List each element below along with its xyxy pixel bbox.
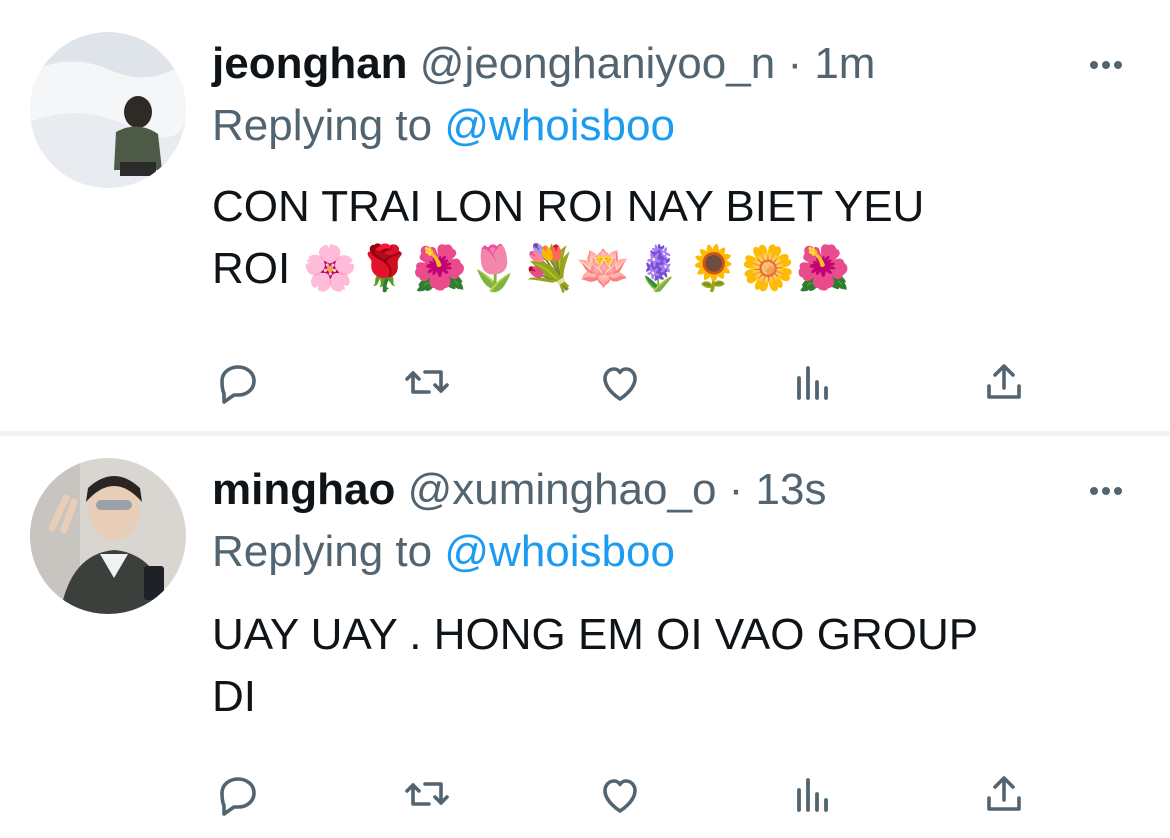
tweet-text-line: UAY UAY . HONG EM OI VAO GROUP bbox=[212, 610, 979, 659]
display-name[interactable]: jeonghan bbox=[212, 39, 408, 88]
tweet-header: minghao @xuminghao_o · 13s bbox=[212, 462, 827, 518]
mention-link[interactable]: @whoisboo bbox=[444, 527, 675, 576]
views-icon bbox=[797, 778, 828, 812]
reply-icon bbox=[220, 365, 256, 404]
user-handle[interactable]: @jeonghaniyoo_n bbox=[420, 39, 775, 88]
replying-to: Replying to @whoisboo bbox=[212, 524, 675, 580]
timestamp[interactable]: 13s bbox=[756, 465, 827, 514]
action-bar bbox=[0, 764, 1170, 824]
retweet-icon bbox=[405, 782, 449, 806]
share-button[interactable] bbox=[974, 352, 1034, 412]
like-button[interactable] bbox=[590, 764, 650, 824]
more-icon bbox=[1090, 487, 1122, 495]
tweet-text-line: CON TRAI LON ROI NAY BIET YEU bbox=[212, 182, 925, 231]
action-bar bbox=[0, 352, 1170, 412]
more-options-button[interactable] bbox=[1082, 479, 1130, 503]
heart-icon bbox=[603, 367, 637, 401]
more-options-button[interactable] bbox=[1082, 53, 1130, 77]
replying-label: Replying to bbox=[212, 527, 433, 576]
replying-label: Replying to bbox=[212, 101, 433, 150]
user-handle[interactable]: @xuminghao_o bbox=[408, 465, 717, 514]
tweet[interactable]: minghao @xuminghao_o · 13s Replying to @… bbox=[0, 436, 1170, 838]
more-icon bbox=[1090, 61, 1122, 69]
tweet-text: UAY UAY . HONG EM OI VAO GROUP DI bbox=[212, 604, 1132, 728]
replying-to: Replying to @whoisboo bbox=[212, 98, 675, 154]
reply-button[interactable] bbox=[208, 352, 268, 412]
tweet-text: CON TRAI LON ROI NAY BIET YEU ROI 🌸🌹🌺🌷💐🪷… bbox=[212, 176, 1132, 300]
like-button[interactable] bbox=[590, 352, 650, 412]
avatar[interactable] bbox=[30, 32, 186, 188]
mention-link[interactable]: @whoisboo bbox=[444, 101, 675, 150]
tweet[interactable]: jeonghan @jeonghaniyoo_n · 1m Replying t… bbox=[0, 0, 1170, 432]
share-icon bbox=[987, 364, 1021, 399]
reply-button[interactable] bbox=[208, 764, 268, 824]
display-name[interactable]: minghao bbox=[212, 465, 395, 514]
retweet-button[interactable] bbox=[397, 352, 457, 412]
avatar[interactable] bbox=[30, 458, 186, 614]
timestamp[interactable]: 1m bbox=[814, 39, 875, 88]
retweet-button[interactable] bbox=[397, 764, 457, 824]
views-icon bbox=[797, 366, 828, 400]
separator-dot: · bbox=[728, 465, 744, 514]
share-icon bbox=[987, 776, 1021, 811]
heart-icon bbox=[603, 779, 637, 813]
views-button[interactable] bbox=[783, 352, 843, 412]
reply-icon bbox=[220, 777, 256, 816]
retweet-icon bbox=[405, 370, 449, 394]
tweet-text-line: ROI 🌸🌹🌺🌷💐🪷🪻🌻🌼🌺 bbox=[212, 244, 851, 293]
share-button[interactable] bbox=[974, 764, 1034, 824]
tweet-header: jeonghan @jeonghaniyoo_n · 1m bbox=[212, 36, 875, 92]
tweet-text-line: DI bbox=[212, 672, 256, 721]
separator-dot: · bbox=[787, 39, 803, 88]
views-button[interactable] bbox=[783, 764, 843, 824]
